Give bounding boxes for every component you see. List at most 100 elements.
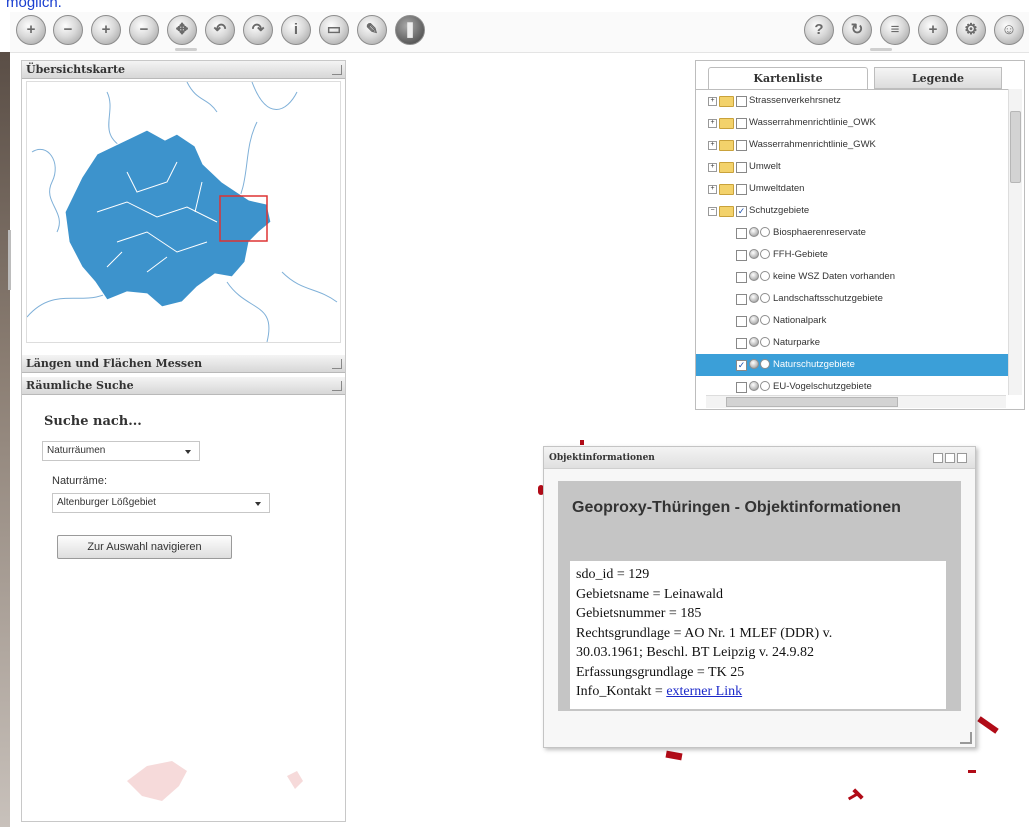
layer-checkbox[interactable] [736,250,747,261]
overview-map[interactable] [26,81,341,343]
maximize-icon[interactable] [945,453,955,463]
expand-icon[interactable]: + [708,163,717,172]
layer-checkbox[interactable]: ✓ [736,206,747,217]
info-icon[interactable]: i [281,15,311,45]
layer-checkbox[interactable] [736,118,747,129]
expand-icon[interactable]: + [708,185,717,194]
layer-radio-icon[interactable] [760,337,770,347]
layer-radio-icon[interactable] [760,381,770,391]
layer-checkbox[interactable] [736,316,747,327]
measure-header[interactable]: Längen und Flächen Messen [22,355,345,373]
map-feature[interactable] [665,750,683,761]
layer-item[interactable]: Nationalpark [696,310,1008,332]
info-kontakt-label: Info_Kontakt = [576,684,667,699]
layer-checkbox[interactable] [736,96,747,107]
settings-icon[interactable]: ⚙ [956,15,986,45]
layer-info-icon[interactable] [749,337,759,347]
toolbar-grip-left[interactable] [175,48,197,51]
layers-icon[interactable]: ≡ [880,15,910,45]
layer-item[interactable]: Naturparke [696,332,1008,354]
tab-legende[interactable]: Legende [874,67,1002,89]
layer-checkbox[interactable] [736,162,747,173]
layer-radio-icon[interactable] [760,227,770,237]
pause-icon[interactable]: ❚ [395,15,425,45]
layer-checkbox[interactable]: ✓ [736,360,747,371]
layer-item[interactable]: Landschaftsschutzgebiete [696,288,1008,310]
plus-icon[interactable]: + [91,15,121,45]
tab-kartenliste[interactable]: Kartenliste [708,67,868,89]
layer-item[interactable]: FFH-Gebiete [696,244,1008,266]
refresh-icon[interactable]: ↻ [842,15,872,45]
layer-info-icon[interactable] [749,227,759,237]
layer-radio-icon[interactable] [760,315,770,325]
layer-info-icon[interactable] [749,315,759,325]
scroll-thumb[interactable] [1010,111,1021,183]
navigate-button[interactable]: Zur Auswahl navigieren [57,535,232,559]
collapse-icon[interactable] [332,381,342,391]
layer-radio-icon[interactable] [760,249,770,259]
layer-item[interactable]: + Strassenverkehrsnetz [696,90,1008,112]
layer-checkbox[interactable] [736,228,747,239]
layer-item[interactable]: + Umwelt [696,156,1008,178]
layer-info-icon[interactable] [749,359,759,369]
layer-item[interactable]: + Wasserrahmenrichtlinie_GWK [696,134,1008,156]
splitter-handle[interactable] [8,230,11,290]
toolbar-grip-right[interactable] [870,48,892,51]
help-icon[interactable]: ? [804,15,834,45]
layer-checkbox[interactable] [736,338,747,349]
layer-info-icon[interactable] [749,271,759,281]
layer-item[interactable]: Biosphaerenreservate [696,222,1008,244]
layer-item[interactable]: + Wasserrahmenrichtlinie_OWK [696,112,1008,134]
search-type-select[interactable]: Naturräumen [42,441,200,461]
zoom-in-icon[interactable]: + [16,15,46,45]
naturraum-select[interactable]: Altenburger Lößgebiet [52,493,270,513]
horizontal-scroll-thumb[interactable] [726,397,898,407]
layer-checkbox[interactable] [736,382,747,393]
layer-checkbox[interactable] [736,184,747,195]
pan-icon[interactable]: ✥ [167,15,197,45]
layer-radio-icon[interactable] [760,359,770,369]
back-icon[interactable]: ↶ [205,15,235,45]
close-icon[interactable] [957,453,967,463]
map-feature[interactable] [968,770,976,773]
layer-info-icon[interactable] [749,381,759,391]
layer-label: Wasserrahmenrichtlinie_GWK [749,139,876,150]
spatial-search-header[interactable]: Räumliche Suche [22,377,345,395]
expand-icon[interactable]: + [708,119,717,128]
layer-info-icon[interactable] [749,293,759,303]
layer-checkbox[interactable] [736,140,747,151]
user-icon[interactable]: ☺ [994,15,1024,45]
top-link[interactable]: möglich. [6,0,62,11]
minus-icon[interactable]: − [129,15,159,45]
add-icon[interactable]: + [918,15,948,45]
map-feature[interactable] [977,716,999,734]
attr-rechtsgrundlage-cont: 30.03.1961; Beschl. BT Leipzig v. 24.9.8… [576,645,814,660]
collapse-icon[interactable] [332,65,342,75]
expand-icon[interactable]: + [708,141,717,150]
resize-handle[interactable] [960,732,972,744]
layer-checkbox[interactable] [736,272,747,283]
layer-item[interactable]: − ✓ Schutzgebiete [696,200,1008,222]
layer-item[interactable]: keine WSZ Daten vorhanden [696,266,1008,288]
layer-radio-icon[interactable] [760,271,770,281]
popup-header[interactable]: Objektinformationen [544,447,975,469]
layer-info-icon[interactable] [749,249,759,259]
map-feature[interactable] [580,440,584,445]
expand-icon[interactable]: − [708,207,717,216]
forward-icon[interactable]: ↷ [243,15,273,45]
layer-radio-icon[interactable] [760,293,770,303]
zoom-out-icon[interactable]: − [53,15,83,45]
layer-item[interactable]: ✓ Naturschutzgebiete [696,354,1008,376]
popup-heading: Geoproxy-Thüringen - Objektinformationen [572,499,901,516]
map-feature[interactable] [847,792,859,801]
minimize-icon[interactable] [933,453,943,463]
collapse-icon[interactable] [332,359,342,369]
print-icon[interactable]: ▭ [319,15,349,45]
layer-checkbox[interactable] [736,294,747,305]
layer-item[interactable]: EU-Vogelschutzgebiete [696,376,1008,395]
expand-icon[interactable]: + [708,97,717,106]
pencil-icon[interactable]: ✎ [357,15,387,45]
external-link[interactable]: externer Link [666,684,742,699]
layer-item[interactable]: + Umweltdaten [696,178,1008,200]
overview-header[interactable]: Übersichtskarte [22,61,345,79]
